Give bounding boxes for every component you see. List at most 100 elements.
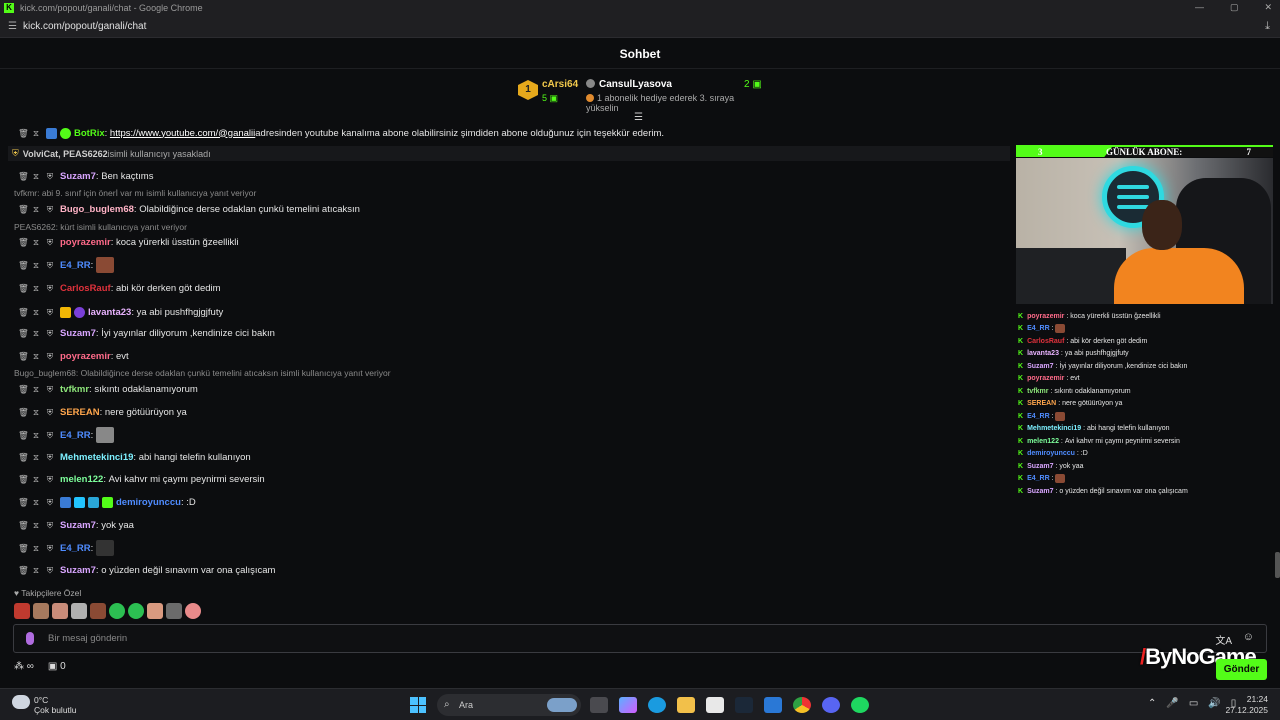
chat-username[interactable]: CarlosRauf: [60, 283, 111, 294]
timeout-icon[interactable]: ⧖: [32, 407, 40, 418]
emote[interactable]: [14, 603, 30, 619]
chat-username[interactable]: tvfkmr: [60, 384, 89, 395]
trash-icon[interactable]: 🗑: [18, 452, 29, 463]
mail-icon[interactable]: [764, 697, 782, 713]
timeout-icon[interactable]: ⧖: [32, 283, 40, 294]
expand-leaderboard-icon[interactable]: ☰: [634, 112, 643, 123]
trash-icon[interactable]: 🗑: [18, 307, 29, 318]
message-input[interactable]: Bir mesaj gönderin 文A ☺: [13, 624, 1267, 653]
chat-username[interactable]: Mehmetekinci19: [60, 452, 133, 463]
file-explorer-icon[interactable]: [677, 697, 695, 713]
chat-username[interactable]: lavanta23: [88, 307, 131, 318]
discord-icon[interactable]: [822, 697, 840, 713]
chrome-icon[interactable]: [793, 697, 811, 713]
emote[interactable]: [95, 257, 114, 273]
timeout-icon[interactable]: ⧖: [32, 452, 40, 463]
trash-icon[interactable]: 🗑: [18, 283, 29, 294]
trash-icon[interactable]: 🗑: [18, 497, 29, 508]
trash-icon[interactable]: 🗑: [18, 407, 29, 418]
points-display[interactable]: ⁂ ∞: [14, 661, 34, 672]
trash-icon[interactable]: 🗑: [18, 260, 29, 271]
chat-username[interactable]: poyrazemir: [60, 351, 111, 362]
send-button[interactable]: Gönder: [1216, 659, 1267, 680]
timeout-icon[interactable]: ⧖: [32, 237, 40, 248]
emote[interactable]: [95, 540, 114, 556]
chat-username[interactable]: poyrazemir: [60, 237, 111, 248]
chat-username[interactable]: E4_RR: [60, 430, 91, 441]
spotify-icon[interactable]: [851, 697, 869, 713]
chat-scrollbar[interactable]: [1275, 552, 1280, 578]
chat-username[interactable]: Suzam7: [60, 171, 96, 182]
reply-context[interactable]: tvfkmr: abi 9. sınıf için önerİ var mı i…: [14, 188, 256, 200]
chat-username[interactable]: Suzam7: [60, 520, 96, 531]
edge-icon[interactable]: [648, 697, 666, 713]
emote[interactable]: [95, 427, 114, 443]
chat-link[interactable]: https://www.youtube.com/@ganalii: [110, 128, 255, 139]
timeout-icon[interactable]: ⧖: [32, 384, 40, 395]
reply-context[interactable]: PEAS6262: kürt isimli kullanıcıya yanıt …: [14, 222, 187, 234]
start-icon[interactable]: [410, 697, 426, 713]
trash-icon[interactable]: 🗑: [18, 328, 29, 339]
timeout-icon[interactable]: ⧖: [32, 307, 40, 318]
steam-icon[interactable]: [735, 697, 753, 713]
trash-icon[interactable]: 🗑: [18, 237, 29, 248]
trash-icon[interactable]: 🗑: [18, 384, 29, 395]
emote[interactable]: [33, 603, 49, 619]
timeout-icon[interactable]: ⧖: [32, 171, 40, 182]
timeout-icon[interactable]: ⧖: [32, 565, 40, 576]
emote[interactable]: [90, 603, 106, 619]
trash-icon[interactable]: 🗑: [18, 543, 29, 554]
clock[interactable]: 21:24 27.12.2025: [1225, 694, 1268, 716]
volume-icon[interactable]: 🔊: [1208, 698, 1220, 709]
gift-display[interactable]: ▣ 0: [48, 661, 66, 672]
trash-icon[interactable]: 🗑: [18, 520, 29, 531]
url-text[interactable]: kick.com/popout/ganali/chat: [23, 21, 146, 32]
timeout-icon[interactable]: ⧖: [32, 474, 40, 485]
network-icon[interactable]: ▭: [1189, 698, 1198, 709]
emote[interactable]: [71, 603, 87, 619]
chat-username[interactable]: demiroyunccu: [116, 497, 181, 508]
trash-icon[interactable]: 🗑: [18, 171, 29, 182]
close-icon[interactable]: ✕: [1264, 2, 1272, 13]
timeout-icon[interactable]: ⧖: [32, 430, 40, 441]
emote[interactable]: [166, 603, 182, 619]
chat-username[interactable]: melen122: [60, 474, 103, 485]
trash-icon[interactable]: 🗑: [18, 128, 29, 139]
microphone-icon[interactable]: [26, 632, 34, 645]
reply-context[interactable]: Bugo_buglem68: Olabildiğince derse odakl…: [14, 368, 391, 380]
message-placeholder[interactable]: Bir mesaj gönderin: [48, 633, 127, 644]
minimize-icon[interactable]: —: [1195, 2, 1204, 13]
timeout-icon[interactable]: ⧖: [32, 520, 40, 531]
timeout-icon[interactable]: ⧖: [32, 328, 40, 339]
chat-username[interactable]: E4_RR: [60, 260, 91, 271]
emote[interactable]: [109, 603, 125, 619]
chat-username[interactable]: Suzam7: [60, 565, 96, 576]
copilot-icon[interactable]: [619, 697, 637, 713]
chat-username[interactable]: Suzam7: [60, 328, 96, 339]
emote[interactable]: [147, 603, 163, 619]
chat-username[interactable]: E4_RR: [60, 543, 91, 554]
emoji-icon[interactable]: ☺: [1243, 631, 1254, 643]
top-gifter-name[interactable]: cArsi64: [542, 79, 578, 90]
taskbar-search[interactable]: ⌕ Ara: [437, 694, 581, 716]
timeout-icon[interactable]: ⧖: [32, 128, 40, 139]
timeout-icon[interactable]: ⧖: [32, 543, 40, 554]
mic-tray-icon[interactable]: 🎤: [1166, 698, 1178, 709]
trash-icon[interactable]: 🗑: [18, 351, 29, 362]
timeout-icon[interactable]: ⧖: [32, 204, 40, 215]
emote[interactable]: [128, 603, 144, 619]
emote[interactable]: [185, 603, 201, 619]
timeout-icon[interactable]: ⧖: [32, 351, 40, 362]
address-bar[interactable]: ☰ kick.com/popout/ganali/chat ⤓: [0, 16, 1280, 38]
chat-username[interactable]: BotRix: [74, 128, 105, 139]
maximize-icon[interactable]: ▢: [1230, 2, 1239, 13]
chat-username[interactable]: Bugo_buglem68: [60, 204, 134, 215]
trash-icon[interactable]: 🗑: [18, 204, 29, 215]
site-settings-icon[interactable]: ☰: [8, 21, 17, 32]
download-icon[interactable]: ⤓: [1265, 20, 1270, 33]
chevron-up-icon[interactable]: ⌃: [1148, 698, 1156, 709]
timeout-icon[interactable]: ⧖: [32, 497, 40, 508]
store-icon[interactable]: [706, 697, 724, 713]
trash-icon[interactable]: 🗑: [18, 474, 29, 485]
chat-username[interactable]: SEREAN: [60, 407, 100, 418]
